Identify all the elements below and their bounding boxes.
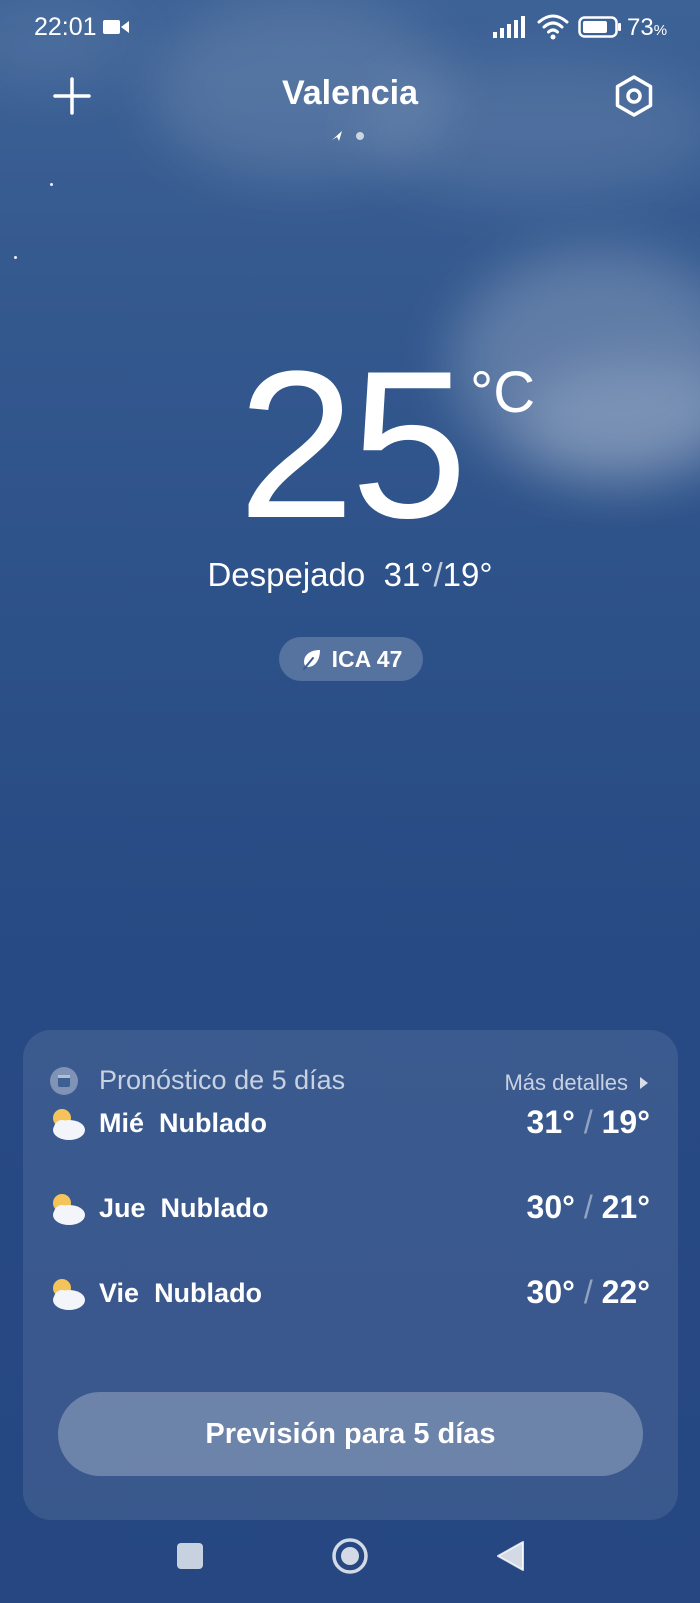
forecast-low: 22° <box>601 1274 650 1310</box>
condition-text: Despejado <box>207 556 366 593</box>
forecast-high: 30° <box>526 1274 575 1310</box>
forecast-low: 21° <box>601 1189 650 1225</box>
aqi-label: ICA 47 <box>331 645 403 672</box>
status-time: 22:01 <box>34 13 97 41</box>
home-icon[interactable] <box>331 1537 369 1575</box>
forecast-high: 30° <box>526 1189 575 1225</box>
forecast-row[interactable]: Vie Nublado 30° / 22° <box>23 1270 678 1320</box>
star-decoration <box>14 256 17 259</box>
partly-cloudy-icon <box>53 1279 85 1310</box>
forecast-title: Pronóstico de 5 días <box>99 1065 346 1095</box>
forecast-row[interactable]: Mié Nublado 31° / 19° <box>23 1100 678 1150</box>
star-decoration <box>50 183 53 186</box>
status-bar: 22:01 73% <box>0 0 700 56</box>
more-details-link[interactable]: Más detalles <box>504 1070 648 1096</box>
calendar-icon <box>50 1067 78 1095</box>
temperature-unit: °C <box>470 360 536 425</box>
partly-cloudy-icon <box>53 1109 85 1140</box>
condition-summary: Despejado 31°/19° <box>207 556 493 593</box>
battery-icon <box>578 16 621 38</box>
wifi-icon <box>537 14 569 40</box>
forecast-day: Jue <box>99 1193 146 1223</box>
low-temp: 19° <box>442 556 493 593</box>
high-temp: 31° <box>383 556 434 593</box>
forecast-condition: Nublado <box>159 1108 268 1138</box>
battery-percentage: 73% <box>627 14 668 41</box>
forecast-row[interactable]: Jue Nublado 30° / 21° <box>23 1185 678 1235</box>
city-title: Valencia <box>281 74 419 112</box>
weather-screen: 22:01 73% Valencia 25 °C Despejado 31°/1… <box>0 0 700 1603</box>
forecast-card: Pronóstico de 5 días Más detalles Mié Nu… <box>23 1030 678 1520</box>
aqi-badge[interactable]: ICA 47 <box>279 637 423 681</box>
recent-apps-icon[interactable] <box>177 1543 203 1569</box>
page-indicators[interactable] <box>330 128 370 144</box>
dot-icon <box>356 132 364 140</box>
leaf-icon <box>302 650 320 670</box>
video-camera-icon <box>103 20 129 34</box>
chevron-right-icon <box>640 1077 648 1089</box>
forecast-day: Mié <box>99 1108 145 1138</box>
current-temperature: 25 <box>238 327 468 562</box>
five-day-forecast-button[interactable]: Previsión para 5 días <box>58 1392 643 1476</box>
forecast-day: Vie <box>99 1278 140 1308</box>
settings-button[interactable] <box>612 74 656 118</box>
forecast-high: 31° <box>526 1104 575 1140</box>
signal-icon <box>493 16 525 38</box>
hexagon-settings-icon <box>615 75 653 117</box>
partly-cloudy-icon <box>53 1194 85 1225</box>
forecast-condition: Nublado <box>154 1278 263 1308</box>
location-arrow-icon <box>332 131 342 141</box>
forecast-condition: Nublado <box>160 1193 269 1223</box>
forecast-low: 19° <box>601 1104 650 1140</box>
back-icon[interactable] <box>495 1540 525 1572</box>
